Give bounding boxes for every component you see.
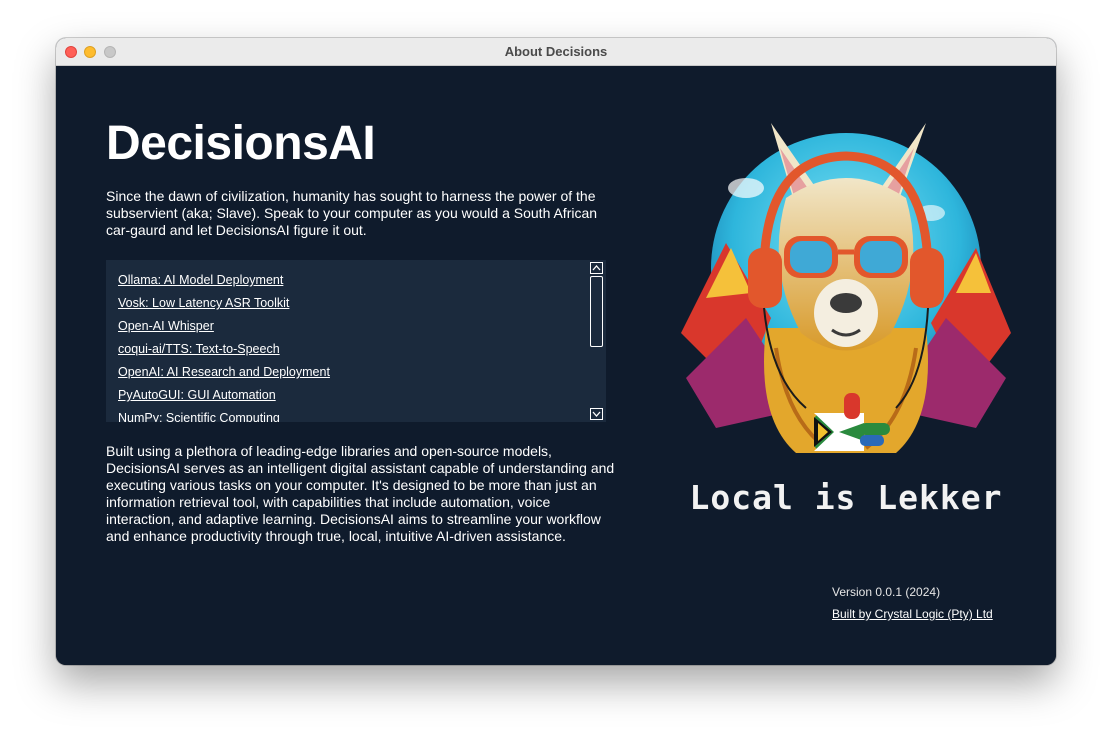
scroll-up-button[interactable] <box>590 262 603 274</box>
version-text: Version 0.0.1 (2024) <box>832 585 941 599</box>
link-coqui-tts[interactable]: coqui-ai/TTS: Text-to-Speech <box>118 342 280 356</box>
chevron-down-icon <box>592 411 601 417</box>
list-item: OpenAI: AI Research and Deployment <box>118 360 606 383</box>
link-whisper[interactable]: Open-AI Whisper <box>118 319 214 333</box>
list-item: NumPy: Scientific Computing <box>118 406 606 422</box>
about-window: About Decisions DecisionsAI Since the da… <box>56 38 1056 665</box>
intro-text: Since the dawn of civilization, humanity… <box>106 188 598 238</box>
chevron-up-icon <box>592 265 601 271</box>
link-openai[interactable]: OpenAI: AI Research and Deployment <box>118 365 330 379</box>
list-item: Vosk: Low Latency ASR Toolkit <box>118 291 606 314</box>
link-pyautogui[interactable]: PyAutoGUI: GUI Automation <box>118 388 276 402</box>
about-content: DecisionsAI Since the dawn of civilizati… <box>56 66 1056 665</box>
description-text: Built using a plethora of leading-edge l… <box>106 443 615 544</box>
list-item: Open-AI Whisper <box>118 314 606 337</box>
scroll-thumb[interactable] <box>590 276 603 347</box>
link-vosk[interactable]: Vosk: Low Latency ASR Toolkit <box>118 296 289 310</box>
list-item: Ollama: AI Model Deployment <box>118 268 606 291</box>
window-title: About Decisions <box>504 44 608 59</box>
list-item: coqui-ai/TTS: Text-to-Speech <box>118 337 606 360</box>
tagline-text: Local is Lekker <box>689 478 1003 517</box>
list-item: PyAutoGUI: GUI Automation <box>118 383 606 406</box>
links-list-box[interactable]: Ollama: AI Model Deployment Vosk: Low La… <box>106 260 606 422</box>
links-scrollbar[interactable] <box>588 260 606 422</box>
built-by-link[interactable]: Built by Crystal Logic (Pty) Ltd <box>832 607 993 621</box>
llama-mascot-icon <box>681 123 1011 453</box>
app-title: DecisionsAI <box>106 117 376 170</box>
links-list: Ollama: AI Model Deployment Vosk: Low La… <box>106 260 606 422</box>
link-numpy[interactable]: NumPy: Scientific Computing <box>118 411 280 422</box>
scroll-down-button[interactable] <box>590 408 603 420</box>
title-bar[interactable]: About Decisions <box>56 38 1056 66</box>
link-ollama[interactable]: Ollama: AI Model Deployment <box>118 273 283 287</box>
